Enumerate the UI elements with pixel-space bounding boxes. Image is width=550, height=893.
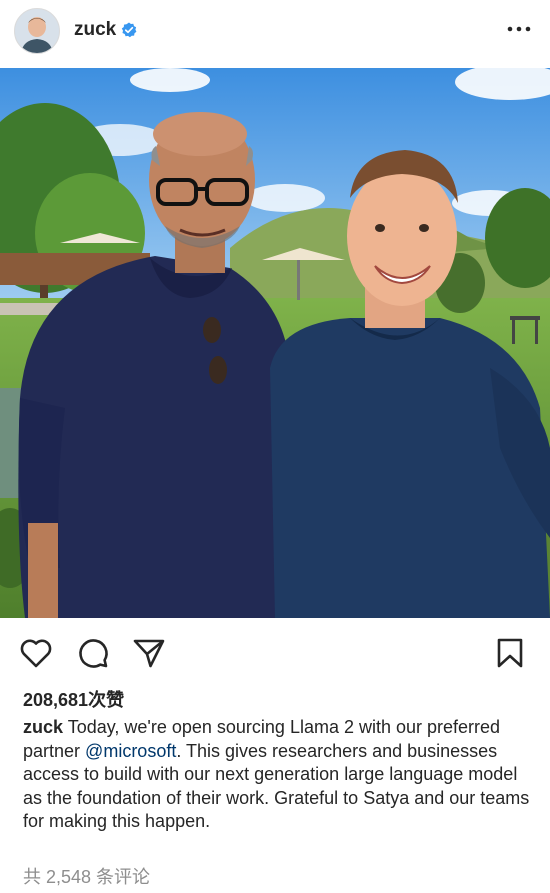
post-header: zuck — [0, 0, 550, 64]
avatar[interactable] — [14, 8, 60, 54]
comment-bubble-icon[interactable] — [76, 636, 110, 670]
heart-icon[interactable] — [19, 636, 53, 670]
paper-plane-icon[interactable] — [132, 636, 166, 670]
avatar-image — [15, 9, 59, 53]
post-image — [0, 68, 550, 618]
caption-username[interactable]: zuck — [23, 717, 63, 737]
post-username[interactable]: zuck — [74, 19, 116, 41]
action-bar — [0, 628, 550, 678]
post-caption: zuck Today, we're open sourcing Llama 2 … — [23, 716, 531, 834]
bookmark-icon[interactable] — [493, 636, 527, 670]
post-photo[interactable] — [0, 68, 550, 618]
caption-mention-link[interactable]: @microsoft — [85, 741, 176, 761]
verified-badge-icon — [121, 22, 137, 38]
more-options-icon[interactable] — [506, 22, 532, 36]
like-count[interactable]: 208,681次赞 — [23, 686, 124, 712]
view-comments-link[interactable]: 共 2,548 条评论 — [23, 863, 150, 889]
